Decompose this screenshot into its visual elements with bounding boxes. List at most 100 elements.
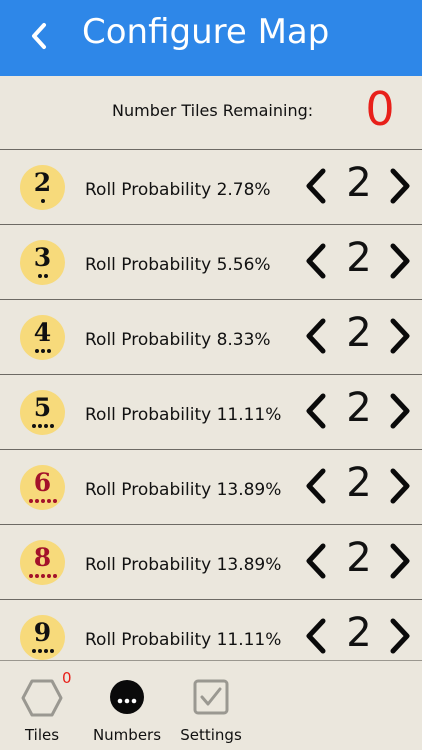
decrement-button[interactable] [302, 466, 330, 506]
token-number: 3 [33, 243, 52, 272]
chevron-right-icon [390, 468, 410, 504]
probability-dot [43, 424, 48, 428]
number-row: 3 Roll Probability 5.56% 2 [0, 225, 422, 300]
tile-count: 2 [346, 610, 372, 656]
ellipsis-circle-icon [110, 680, 144, 714]
probability-dots [20, 199, 65, 205]
probability-dot [28, 574, 33, 578]
chevron-right-icon [390, 243, 410, 279]
probability-dot [34, 574, 39, 578]
tab-settings-label: Settings [180, 726, 242, 744]
probability-dots [20, 649, 65, 655]
decrement-button[interactable] [302, 391, 330, 431]
tab-settings[interactable]: Settings [170, 661, 252, 750]
probability-dot [37, 424, 42, 428]
number-token: 9 [20, 615, 65, 660]
increment-button[interactable] [386, 391, 414, 431]
header-bar: Configure Map [0, 0, 422, 76]
token-number: 8 [33, 543, 52, 572]
chevron-right-icon [390, 318, 410, 354]
probability-dot [37, 649, 42, 653]
chevron-left-icon [306, 468, 326, 504]
chevron-left-icon [32, 23, 46, 49]
hexagon-icon [21, 679, 63, 717]
number-token: 2 [20, 165, 65, 210]
probability-dots [20, 424, 65, 430]
tiles-badge: 0 [62, 669, 72, 687]
chevron-left-icon [306, 618, 326, 654]
chevron-left-icon [306, 243, 326, 279]
decrement-button[interactable] [302, 541, 330, 581]
number-row: 2 Roll Probability 2.78% 2 [0, 150, 422, 225]
tile-count: 2 [346, 460, 372, 506]
token-number: 5 [33, 393, 52, 422]
number-row: 8 Roll Probability 13.89% 2 [0, 525, 422, 600]
probability-dot [49, 424, 54, 428]
probability-dot [31, 649, 36, 653]
increment-button[interactable] [386, 616, 414, 656]
checkbox-icon [193, 679, 229, 715]
probability-dots [20, 574, 65, 580]
probability-dot [40, 349, 45, 353]
tile-count: 2 [346, 385, 372, 431]
probability-dot [28, 499, 33, 503]
increment-button[interactable] [386, 241, 414, 281]
token-number: 9 [33, 618, 52, 647]
decrement-button[interactable] [302, 166, 330, 206]
probability-dot [52, 574, 57, 578]
increment-button[interactable] [386, 541, 414, 581]
probability-dot [40, 199, 45, 203]
tile-count: 2 [346, 235, 372, 281]
chevron-right-icon [390, 393, 410, 429]
probability-dot [46, 349, 51, 353]
roll-probability-label: Roll Probability 13.89% [85, 480, 282, 500]
tab-tiles[interactable]: 0 Tiles [0, 661, 84, 750]
probability-dots [20, 349, 65, 355]
number-token: 5 [20, 390, 65, 435]
tile-count: 2 [346, 310, 372, 356]
tab-numbers-label: Numbers [92, 726, 162, 744]
probability-dot [46, 574, 51, 578]
increment-button[interactable] [386, 166, 414, 206]
number-token: 4 [20, 315, 65, 360]
remaining-count: 0 [365, 82, 395, 136]
token-number: 4 [33, 318, 52, 347]
chevron-right-icon [390, 618, 410, 654]
increment-button[interactable] [386, 316, 414, 356]
chevron-right-icon [390, 543, 410, 579]
probability-dot [52, 499, 57, 503]
probability-dots [20, 499, 65, 505]
probability-dot [40, 574, 45, 578]
number-row: 5 Roll Probability 11.11% 2 [0, 375, 422, 450]
chevron-left-icon [306, 393, 326, 429]
chevron-left-icon [306, 168, 326, 204]
probability-dot [34, 349, 39, 353]
probability-dot [37, 274, 42, 278]
tab-numbers[interactable]: Numbers [84, 661, 170, 750]
tab-tiles-label: Tiles [24, 726, 60, 744]
page-title: Configure Map [82, 12, 330, 52]
probability-dot [34, 499, 39, 503]
chevron-left-icon [306, 543, 326, 579]
number-row: 4 Roll Probability 8.33% 2 [0, 300, 422, 375]
decrement-button[interactable] [302, 241, 330, 281]
decrement-button[interactable] [302, 316, 330, 356]
decrement-button[interactable] [302, 616, 330, 656]
probability-dot [40, 499, 45, 503]
number-token: 8 [20, 540, 65, 585]
probability-dot [46, 499, 51, 503]
remaining-row: Number Tiles Remaining: 0 [0, 76, 422, 150]
back-button[interactable] [22, 18, 62, 54]
probability-dot [31, 424, 36, 428]
tile-count: 2 [346, 535, 372, 581]
probability-dots [20, 274, 65, 280]
roll-probability-label: Roll Probability 11.11% [85, 630, 282, 650]
tile-count: 2 [346, 160, 372, 206]
number-token: 3 [20, 240, 65, 285]
roll-probability-label: Roll Probability 11.11% [85, 405, 282, 425]
tab-bar: 0 Tiles Numbers Settings [0, 660, 422, 750]
probability-dot [43, 649, 48, 653]
chevron-right-icon [390, 168, 410, 204]
increment-button[interactable] [386, 466, 414, 506]
probability-dot [43, 274, 48, 278]
